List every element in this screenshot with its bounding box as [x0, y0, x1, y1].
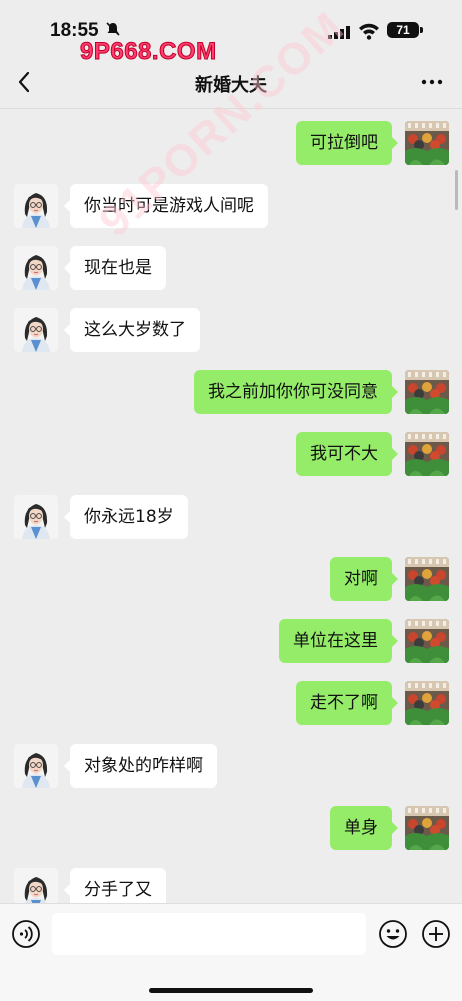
- contact-avatar[interactable]: [14, 308, 58, 352]
- chat-header: 新婚大夫: [0, 58, 462, 109]
- message-bubble[interactable]: 你当时可是游戏人间呢: [64, 184, 268, 228]
- my-avatar[interactable]: [405, 370, 449, 414]
- message-input[interactable]: [52, 913, 366, 955]
- my-avatar[interactable]: [405, 619, 449, 663]
- status-bar: 18:55 71 9P668.COM: [0, 0, 462, 66]
- message-bubble[interactable]: 走不了啊: [296, 681, 398, 725]
- my-avatar[interactable]: [405, 557, 449, 601]
- cellular-signal-icon: [328, 26, 350, 39]
- message-bubble[interactable]: 你永远18岁: [64, 495, 188, 539]
- contact-avatar[interactable]: [14, 184, 58, 228]
- my-avatar[interactable]: [405, 806, 449, 850]
- message-bubble[interactable]: 我可不大: [296, 432, 398, 476]
- contact-avatar[interactable]: [14, 495, 58, 539]
- message-bubble[interactable]: 我之前加你你可没同意: [194, 370, 398, 414]
- message-bubble[interactable]: 现在也是: [64, 246, 166, 290]
- wifi-icon: [359, 23, 379, 40]
- input-bar: [0, 903, 462, 1001]
- battery-indicator: 71: [387, 22, 419, 38]
- message-bubble[interactable]: 单身: [330, 806, 398, 850]
- message-bubble[interactable]: 单位在这里: [279, 619, 398, 663]
- more-options-icon[interactable]: [420, 70, 444, 94]
- battery-tip: [420, 27, 423, 33]
- message-bubble[interactable]: 可拉倒吧: [296, 121, 398, 165]
- emoji-icon[interactable]: [378, 919, 408, 949]
- contact-avatar[interactable]: [14, 744, 58, 788]
- my-avatar[interactable]: [405, 432, 449, 476]
- bell-muted-icon: [106, 22, 120, 36]
- chat-title: 新婚大夫: [195, 75, 267, 96]
- voice-input-icon[interactable]: [11, 919, 41, 949]
- message-bubble[interactable]: 对啊: [330, 557, 398, 601]
- home-indicator: [149, 988, 313, 993]
- my-avatar[interactable]: [405, 681, 449, 725]
- contact-avatar[interactable]: [14, 246, 58, 290]
- scrollbar[interactable]: [455, 170, 458, 210]
- message-bubble[interactable]: 对象处的咋样啊: [64, 744, 217, 788]
- message-bubble[interactable]: 这么大岁数了: [64, 308, 200, 352]
- my-avatar[interactable]: [405, 121, 449, 165]
- plus-icon[interactable]: [421, 919, 451, 949]
